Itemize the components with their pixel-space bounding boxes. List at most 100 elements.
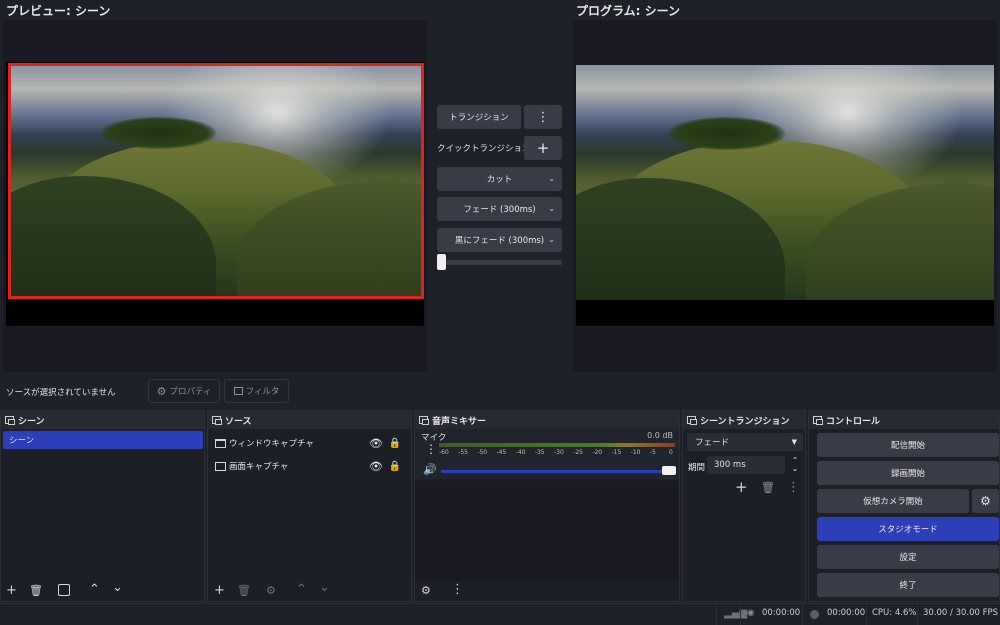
dock-icon (5, 416, 15, 425)
audio-mixer-header: 音声ミキサー (415, 411, 679, 429)
gear-icon[interactable]: ⚙ (421, 584, 431, 598)
audio-mixer-title: 音声ミキサー (432, 416, 487, 427)
eye-icon[interactable]: 👁 (369, 460, 383, 473)
filters-button[interactable]: フィルタ (224, 379, 289, 403)
add-icon[interactable]: + (735, 480, 748, 495)
settings-button[interactable]: 設定 (817, 545, 999, 569)
chevron-down-icon: ⌄ (548, 174, 555, 184)
stream-icon: ◉ (747, 608, 755, 618)
preview-label: プレビュー: シーン (6, 4, 111, 18)
eye-icon[interactable]: 👁 (369, 437, 383, 450)
controls-dock: コントロール 配信開始 録画開始 仮想カメラ開始 ⚙ スタジオモード 設定 終了 (808, 410, 1000, 602)
filter-icon (233, 387, 243, 395)
kebab-menu-icon[interactable]: ⋮ (425, 443, 437, 455)
volume-slider-track[interactable] (441, 470, 673, 473)
scenes-dock: シーン シーン + 🗑 ⌃ ⌄ (0, 410, 205, 602)
sources-title: ソース (225, 416, 252, 427)
lock-icon[interactable]: 🔒 (389, 461, 401, 472)
volume-slider-handle[interactable] (662, 466, 676, 475)
quick-transition-fade[interactable]: フェード (300ms) ⌄ (437, 197, 562, 221)
program-canvas (573, 20, 997, 372)
meter-scale-tick: -50 (477, 449, 488, 456)
stream-time: 00:00:00 (762, 608, 801, 618)
source-item-label: 画面キャプチャ (229, 462, 289, 472)
meter-scale-tick: 0 (669, 449, 673, 456)
exit-button[interactable]: 終了 (817, 573, 999, 597)
scene-transitions-title: シーントランジション (700, 416, 790, 427)
source-item[interactable]: ウィンドウキャプチャ 👁 🔒 (215, 435, 407, 451)
meter-scale-tick: -5 (649, 449, 656, 456)
trash-icon[interactable]: 🗑 (761, 481, 775, 495)
scene-item[interactable]: シーン (3, 431, 203, 449)
trash-icon[interactable]: 🗑 (237, 584, 251, 598)
preview-canvas[interactable] (3, 20, 427, 372)
no-source-label: ソースが選択されていません (6, 388, 116, 398)
dock-icon (687, 416, 697, 425)
kebab-menu-icon[interactable]: ⋮ (451, 583, 464, 597)
caret-down-icon: ▼ (791, 438, 797, 446)
record-dot-icon (810, 610, 819, 619)
transition-panel: トランジション ⋮ クイックトランジション + カット ⌄ フェード (300ms… (430, 20, 570, 372)
meter-scale: -60 -55 -50 -45 -40 -35 -30 -25 -20 -15 -10 -5 0 (439, 449, 675, 459)
transition-button[interactable]: トランジション (437, 105, 521, 129)
meter-scale-tick: -20 (592, 449, 603, 456)
speaker-icon[interactable]: 🔊 (423, 463, 437, 476)
chevron-up-icon[interactable]: ⌃ (296, 583, 307, 597)
controls-header: コントロール (809, 411, 999, 429)
kebab-menu-icon[interactable]: ⋮ (787, 481, 800, 495)
source-toolbar: ソースが選択されていません ⚙ プロパティ フィルタ (0, 376, 1000, 406)
mixer-level: 0.0 dB (647, 431, 673, 440)
meter-scale-tick: -40 (515, 449, 526, 456)
lock-icon[interactable]: 🔒 (389, 438, 401, 449)
quick-transition-label: クイックトランジション (437, 144, 531, 154)
controls-title: コントロール (826, 416, 881, 427)
volume-meter (439, 443, 675, 447)
gear-icon: ⚙ (156, 384, 167, 398)
dock-icon (212, 416, 222, 425)
meter-scale-tick: -55 (458, 449, 468, 456)
filters-label: フィルタ (245, 387, 280, 397)
quick-transition-fade-black[interactable]: 黒にフェード (300ms) ⌄ (437, 228, 562, 252)
tbar-track[interactable] (437, 260, 562, 265)
transition-menu-icon[interactable]: ⋮ (524, 105, 562, 129)
preview-video[interactable] (8, 63, 424, 299)
add-quick-transition-icon[interactable]: + (524, 136, 562, 160)
meter-scale-tick: -45 (496, 449, 507, 456)
meter-scale-tick: -25 (573, 449, 583, 456)
mixer-empty-area (415, 481, 679, 581)
gear-icon[interactable]: ⚙ (972, 489, 999, 513)
transition-select[interactable]: フェード ▼ (687, 433, 803, 451)
chevron-down-icon[interactable]: ⌄ (792, 465, 799, 473)
chevron-down-icon[interactable]: ⌄ (319, 581, 330, 595)
start-recording-button[interactable]: 録画開始 (817, 461, 999, 485)
filter-icon[interactable] (58, 584, 70, 596)
quick-transition-cut[interactable]: カット ⌄ (437, 167, 562, 191)
chevron-up-icon[interactable]: ⌃ (89, 583, 100, 597)
program-video (576, 65, 994, 300)
duration-stepper[interactable]: ⌃ ⌄ (787, 456, 803, 474)
duration-input[interactable]: 300 ms (707, 456, 785, 474)
studio-mode-button[interactable]: スタジオモード (817, 517, 999, 541)
quick-transition-fade-black-label: 黒にフェード (300ms) (454, 236, 545, 246)
chevron-down-icon: ⌄ (548, 235, 555, 245)
cpu-usage: CPU: 4.6% (872, 608, 917, 618)
window-icon (215, 438, 226, 448)
scene-transitions-header: シーントランジション (683, 411, 805, 429)
start-streaming-button[interactable]: 配信開始 (817, 433, 999, 457)
tbar-handle[interactable] (437, 254, 446, 270)
dock-icon (419, 416, 429, 425)
source-item[interactable]: 画面キャプチャ 👁 🔒 (215, 458, 407, 474)
record-time: 00:00:00 (827, 608, 866, 618)
signal-bars-icon: ▂▄▆ (724, 608, 748, 619)
gear-icon[interactable]: ⚙ (266, 584, 276, 598)
start-virtualcam-button[interactable]: 仮想カメラ開始 (817, 489, 969, 513)
chevron-down-icon[interactable]: ⌄ (112, 581, 123, 595)
meter-scale-tick: -60 (439, 449, 449, 456)
trash-icon[interactable]: 🗑 (29, 584, 43, 598)
meter-scale-tick: -35 (534, 449, 545, 456)
scenes-header: シーン (1, 411, 204, 429)
properties-button[interactable]: ⚙ プロパティ (148, 379, 220, 403)
add-icon[interactable]: + (6, 584, 17, 598)
scene-transitions-dock: シーントランジション フェード ▼ 期間 300 ms ⌃ ⌄ + 🗑 ⋮ (682, 410, 806, 602)
add-icon[interactable]: + (214, 584, 225, 598)
